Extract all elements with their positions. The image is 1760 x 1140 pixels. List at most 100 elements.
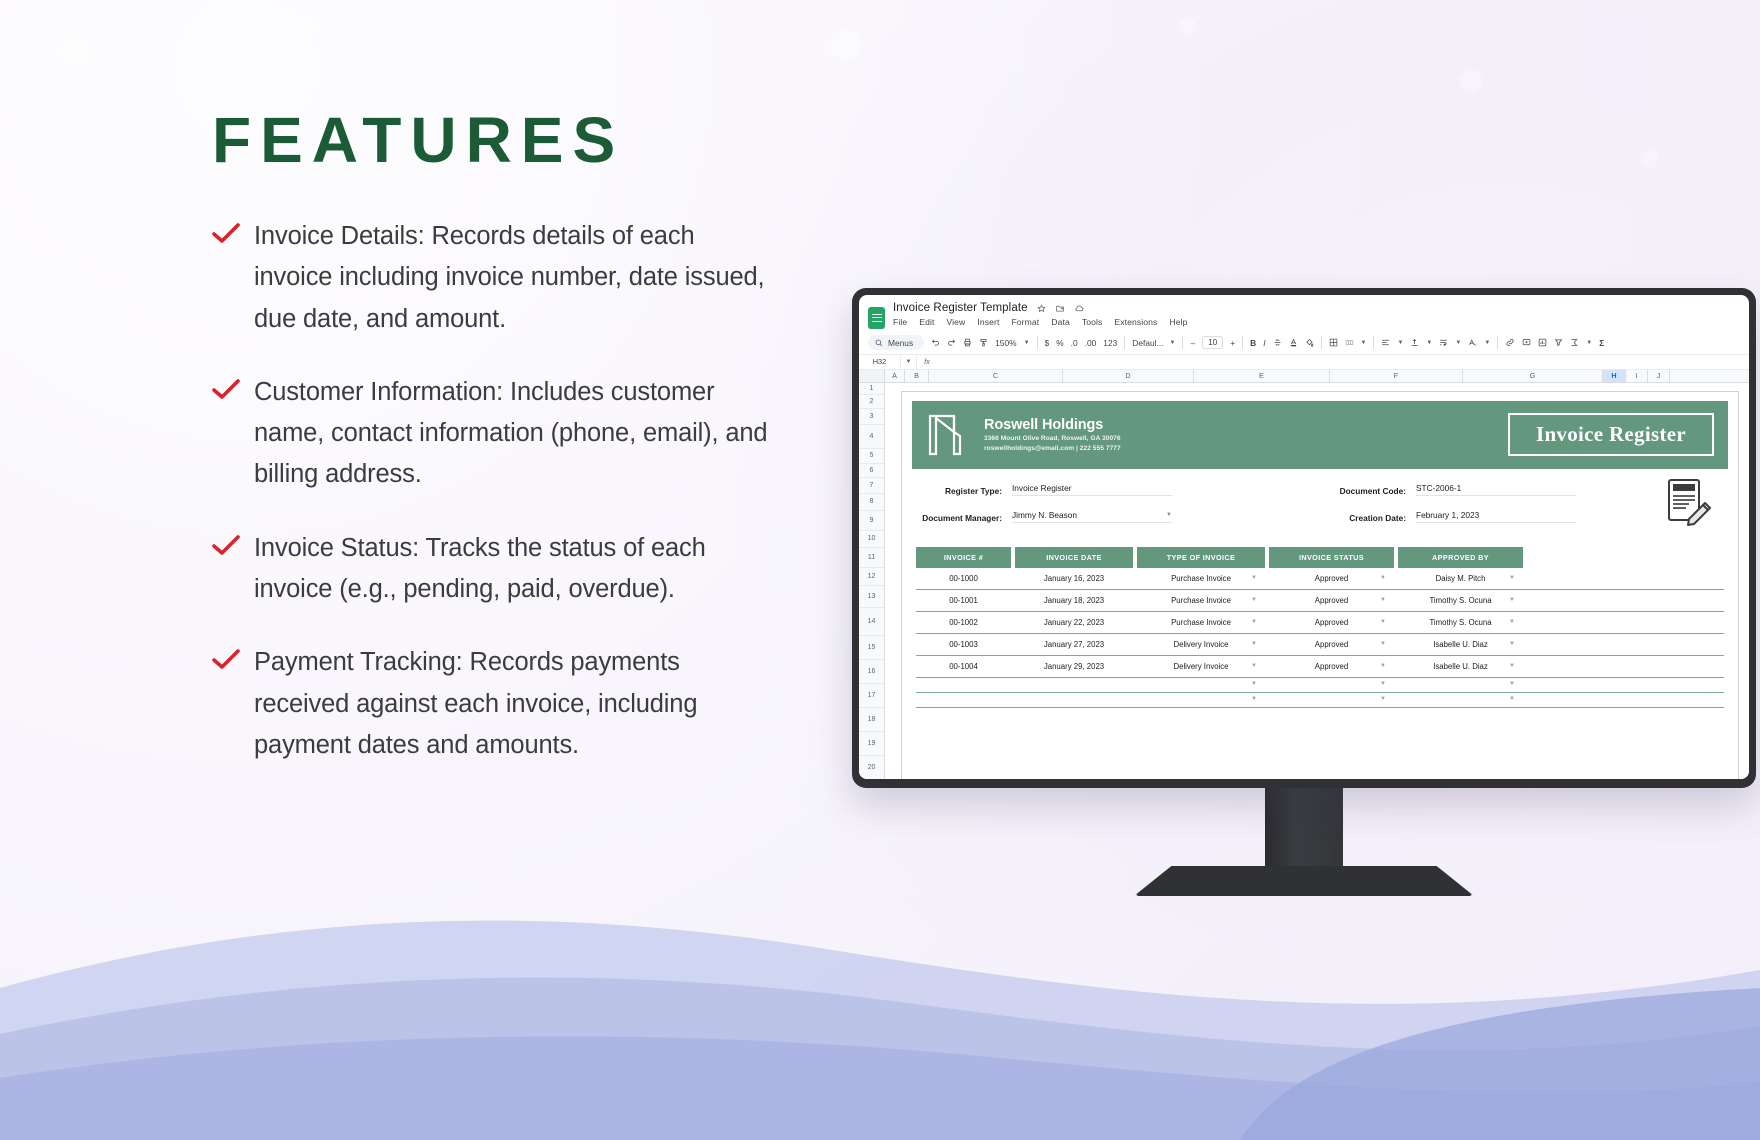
chevron-down-icon[interactable]: ▼ bbox=[1251, 597, 1257, 603]
sheet-canvas[interactable]: Roswell Holdings 3366 Mount Olive Road, … bbox=[885, 382, 1749, 779]
bold-button[interactable]: B bbox=[1250, 338, 1256, 348]
chevron-down-icon[interactable]: ▼ bbox=[1251, 619, 1257, 625]
menu-item-help[interactable]: Help bbox=[1169, 317, 1187, 327]
meta-value-wrap[interactable]: February 1, 2023 bbox=[1416, 510, 1576, 523]
move-to-folder-icon[interactable] bbox=[1055, 304, 1065, 313]
row-header[interactable]: 16 bbox=[859, 660, 884, 684]
percent-format-button[interactable]: % bbox=[1056, 338, 1063, 348]
chevron-down-icon[interactable]: ▼ bbox=[1251, 663, 1257, 669]
chevron-down-icon[interactable]: ▼ bbox=[1380, 696, 1386, 702]
insert-comment-icon[interactable] bbox=[1522, 338, 1531, 347]
chevron-down-icon[interactable]: ▼ bbox=[1380, 663, 1386, 669]
redo-icon[interactable] bbox=[947, 338, 956, 347]
horizontal-align-icon[interactable] bbox=[1381, 338, 1390, 347]
row-header[interactable]: 20 bbox=[859, 756, 884, 779]
chevron-down-icon[interactable]: ▼ bbox=[1586, 340, 1592, 346]
chevron-down-icon[interactable]: ▼ bbox=[1509, 619, 1515, 625]
chevron-down-icon[interactable]: ▼ bbox=[1251, 681, 1257, 687]
font-size-input[interactable]: 10 bbox=[1202, 336, 1224, 349]
currency-format-button[interactable]: $ bbox=[1045, 338, 1050, 348]
borders-icon[interactable] bbox=[1329, 338, 1338, 347]
menu-item-insert[interactable]: Insert bbox=[977, 317, 999, 327]
chevron-down-icon[interactable]: ▼ bbox=[1426, 340, 1432, 346]
table-row[interactable]: 00-1004 January 29, 2023 Delivery Invoic… bbox=[916, 656, 1724, 678]
name-box[interactable]: H32 bbox=[859, 354, 901, 370]
table-row[interactable]: 00-1002 January 22, 2023 Purchase Invoic… bbox=[916, 612, 1724, 634]
chevron-down-icon[interactable]: ▼ bbox=[1251, 696, 1257, 702]
filter-icon[interactable] bbox=[1554, 338, 1563, 347]
column-header-d[interactable]: D bbox=[1063, 370, 1194, 382]
table-row[interactable]: 00-1003 January 27, 2023 Delivery Invoic… bbox=[916, 634, 1724, 656]
chevron-down-icon[interactable]: ▼ bbox=[1361, 340, 1367, 346]
column-header-e[interactable]: E bbox=[1194, 370, 1330, 382]
row-header[interactable]: 19 bbox=[859, 732, 884, 756]
chevron-down-icon[interactable]: ▼ bbox=[1509, 575, 1515, 581]
row-header[interactable]: 11 bbox=[859, 548, 884, 568]
chevron-down-icon[interactable]: ▼ bbox=[1380, 681, 1386, 687]
insert-chart-icon[interactable] bbox=[1538, 338, 1547, 347]
text-color-icon[interactable] bbox=[1289, 337, 1298, 348]
row-header[interactable]: 4 bbox=[859, 425, 884, 449]
chevron-down-icon[interactable]: ▼ bbox=[1509, 663, 1515, 669]
vertical-align-icon[interactable] bbox=[1410, 338, 1419, 347]
chevron-down-icon[interactable]: ▼ bbox=[1509, 597, 1515, 603]
chevron-down-icon[interactable]: ▼ bbox=[1509, 641, 1515, 647]
chevron-down-icon[interactable]: ▼ bbox=[1509, 681, 1515, 687]
column-header-g[interactable]: G bbox=[1463, 370, 1603, 382]
more-formats-button[interactable]: 123 bbox=[1103, 338, 1117, 348]
row-header[interactable]: 10 bbox=[859, 531, 884, 548]
undo-icon[interactable] bbox=[931, 338, 940, 347]
menu-item-file[interactable]: File bbox=[893, 317, 907, 327]
chevron-down-icon[interactable]: ▼ bbox=[1380, 641, 1386, 647]
menu-item-tools[interactable]: Tools bbox=[1082, 317, 1103, 327]
select-all-corner[interactable] bbox=[859, 370, 885, 382]
row-header[interactable]: 18 bbox=[859, 708, 884, 732]
column-header-f[interactable]: F bbox=[1330, 370, 1463, 382]
font-family-select[interactable]: Defaul... bbox=[1132, 338, 1163, 348]
chevron-down-icon[interactable]: ▼ bbox=[1380, 619, 1386, 625]
menu-item-extensions[interactable]: Extensions bbox=[1114, 317, 1157, 327]
column-header-h[interactable]: H bbox=[1603, 370, 1626, 382]
column-header-b[interactable]: B bbox=[905, 370, 929, 382]
row-header[interactable]: 6 bbox=[859, 464, 884, 478]
row-header[interactable]: 5 bbox=[859, 449, 884, 464]
cloud-saved-icon[interactable] bbox=[1074, 304, 1085, 313]
menu-item-data[interactable]: Data bbox=[1051, 317, 1070, 327]
chevron-down-icon[interactable]: ▼ bbox=[1455, 340, 1461, 346]
increase-font-size-button[interactable]: + bbox=[1230, 338, 1235, 348]
star-icon[interactable] bbox=[1036, 303, 1046, 313]
menu-item-edit[interactable]: Edit bbox=[919, 317, 934, 327]
chevron-down-icon[interactable]: ▼ bbox=[1166, 512, 1172, 518]
row-header[interactable]: 12 bbox=[859, 568, 884, 586]
row-header[interactable]: 15 bbox=[859, 636, 884, 660]
row-header[interactable]: 2 bbox=[859, 395, 884, 409]
paint-format-icon[interactable] bbox=[979, 338, 988, 347]
chevron-down-icon[interactable]: ▼ bbox=[1380, 575, 1386, 581]
chevron-down-icon[interactable]: ▼ bbox=[1509, 696, 1515, 702]
chevron-down-icon[interactable]: ▼ bbox=[1251, 641, 1257, 647]
chevron-down-icon[interactable]: ▼ bbox=[1484, 340, 1490, 346]
increase-decimal-button[interactable]: .00 bbox=[1085, 338, 1097, 348]
menu-item-format[interactable]: Format bbox=[1011, 317, 1039, 327]
column-header-j[interactable]: J bbox=[1648, 370, 1670, 382]
chevron-down-icon[interactable]: ▼ bbox=[901, 354, 917, 370]
text-rotation-icon[interactable] bbox=[1468, 338, 1477, 347]
print-icon[interactable] bbox=[963, 338, 972, 347]
table-row[interactable]: 00-1000 January 16, 2023 Purchase Invoic… bbox=[916, 568, 1724, 590]
text-wrap-icon[interactable] bbox=[1439, 338, 1448, 347]
row-header[interactable]: 13 bbox=[859, 586, 884, 608]
row-header[interactable]: 1 bbox=[859, 383, 884, 395]
table-row-empty[interactable]: ▼ ▼ ▼ bbox=[916, 678, 1724, 693]
chevron-down-icon[interactable]: ▼ bbox=[1380, 597, 1386, 603]
menu-item-view[interactable]: View bbox=[946, 317, 965, 327]
meta-value-wrap[interactable]: Invoice Register bbox=[1012, 483, 1172, 496]
meta-value-wrap[interactable]: STC-2006-1 bbox=[1416, 483, 1576, 496]
column-header-a[interactable]: A bbox=[885, 370, 905, 382]
meta-value-wrap[interactable]: Jimmy N. Beason ▼ bbox=[1012, 510, 1172, 523]
column-header-c[interactable]: C bbox=[929, 370, 1063, 382]
row-header[interactable]: 7 bbox=[859, 478, 884, 494]
zoom-level[interactable]: 150% bbox=[995, 338, 1016, 348]
functions-icon[interactable] bbox=[1570, 338, 1579, 347]
document-title[interactable]: Invoice Register Template bbox=[893, 302, 1028, 314]
row-header[interactable]: 14 bbox=[859, 608, 884, 636]
